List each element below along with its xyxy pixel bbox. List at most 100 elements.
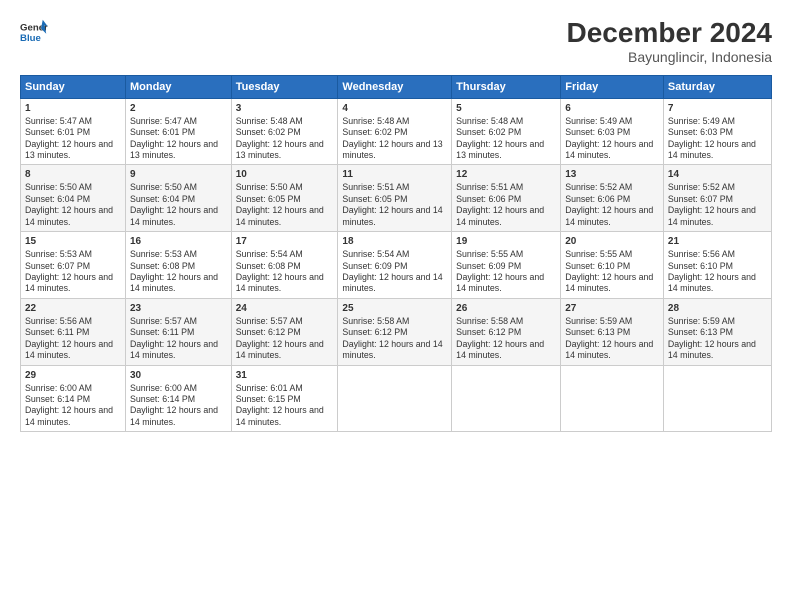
calendar-cell bbox=[452, 365, 561, 432]
day-number: 15 bbox=[25, 235, 121, 248]
sunset-label: Sunset: 6:11 PM bbox=[25, 327, 89, 337]
header-thursday: Thursday bbox=[452, 75, 561, 98]
sunrise-label: Sunrise: 6:00 AM bbox=[25, 383, 92, 393]
calendar-cell: 3Sunrise: 5:48 AMSunset: 6:02 PMDaylight… bbox=[231, 98, 338, 165]
daylight-label: Daylight: 12 hours and 14 minutes. bbox=[236, 339, 324, 360]
sunset-label: Sunset: 6:12 PM bbox=[456, 327, 521, 337]
day-number: 6 bbox=[565, 102, 659, 115]
sunset-label: Sunset: 6:03 PM bbox=[565, 127, 630, 137]
calendar-cell: 19Sunrise: 5:55 AMSunset: 6:09 PMDayligh… bbox=[452, 232, 561, 299]
subtitle: Bayunglincir, Indonesia bbox=[567, 49, 772, 65]
sunset-label: Sunset: 6:09 PM bbox=[342, 261, 407, 271]
calendar-table: Sunday Monday Tuesday Wednesday Thursday… bbox=[20, 75, 772, 432]
day-number: 18 bbox=[342, 235, 447, 248]
sunset-label: Sunset: 6:06 PM bbox=[456, 194, 521, 204]
sunset-label: Sunset: 6:02 PM bbox=[236, 127, 301, 137]
sunrise-label: Sunrise: 6:01 AM bbox=[236, 383, 303, 393]
calendar-cell: 31Sunrise: 6:01 AMSunset: 6:15 PMDayligh… bbox=[231, 365, 338, 432]
sunrise-label: Sunrise: 5:58 AM bbox=[456, 316, 523, 326]
sunrise-label: Sunrise: 5:51 AM bbox=[456, 182, 523, 192]
sunrise-label: Sunrise: 5:50 AM bbox=[25, 182, 92, 192]
calendar-cell: 13Sunrise: 5:52 AMSunset: 6:06 PMDayligh… bbox=[561, 165, 664, 232]
day-number: 3 bbox=[236, 102, 334, 115]
calendar-cell: 27Sunrise: 5:59 AMSunset: 6:13 PMDayligh… bbox=[561, 298, 664, 365]
calendar-cell: 28Sunrise: 5:59 AMSunset: 6:13 PMDayligh… bbox=[663, 298, 771, 365]
calendar-cell: 23Sunrise: 5:57 AMSunset: 6:11 PM Dayligh… bbox=[125, 298, 231, 365]
logo: General Blue bbox=[20, 18, 48, 46]
header-saturday: Saturday bbox=[663, 75, 771, 98]
calendar-cell: 26Sunrise: 5:58 AMSunset: 6:12 PMDayligh… bbox=[452, 298, 561, 365]
daylight-label: Daylight: 12 hours and 14 minutes. bbox=[25, 339, 113, 360]
sunrise-label: Sunrise: 5:56 AM bbox=[25, 316, 92, 326]
day-number: 2 bbox=[130, 102, 227, 115]
day-number: 19 bbox=[456, 235, 556, 248]
sunset-label: Sunset: 6:07 PM bbox=[668, 194, 733, 204]
day-number: 20 bbox=[565, 235, 659, 248]
sunrise-label: Sunrise: 5:47 AM bbox=[130, 116, 197, 126]
sunrise-label: Sunrise: 5:48 AM bbox=[456, 116, 523, 126]
daylight-label: Daylight: 12 hours and 14 minutes. bbox=[342, 272, 442, 293]
header: General Blue December 2024 Bayunglincir,… bbox=[20, 18, 772, 65]
calendar-cell: 5Sunrise: 5:48 AMSunset: 6:02 PMDaylight… bbox=[452, 98, 561, 165]
day-number: 30 bbox=[130, 369, 227, 382]
sunrise-label: Sunrise: 5:54 AM bbox=[342, 249, 409, 259]
sunrise-label: Sunrise: 5:49 AM bbox=[668, 116, 735, 126]
day-number: 24 bbox=[236, 302, 334, 315]
calendar-cell bbox=[561, 365, 664, 432]
daylight-label: Daylight: 12 hours and 14 minutes. bbox=[130, 272, 218, 293]
sunrise-label: Sunrise: 5:53 AM bbox=[25, 249, 92, 259]
sunrise-label: Sunrise: 5:55 AM bbox=[565, 249, 632, 259]
calendar-cell bbox=[663, 365, 771, 432]
calendar-cell: 25Sunrise: 5:58 AMSunset: 6:12 PMDayligh… bbox=[338, 298, 452, 365]
calendar-cell: 24Sunrise: 5:57 AMSunset: 6:12 PMDayligh… bbox=[231, 298, 338, 365]
day-number: 25 bbox=[342, 302, 447, 315]
day-number: 13 bbox=[565, 168, 659, 181]
daylight-label: Daylight: 12 hours and 13 minutes. bbox=[342, 139, 442, 160]
calendar-cell: 11Sunrise: 5:51 AMSunset: 6:05 PMDayligh… bbox=[338, 165, 452, 232]
daylight-label: Daylight: 12 hours and 14 minutes. bbox=[130, 339, 218, 360]
sunrise-label: Sunrise: 5:57 AM bbox=[130, 316, 197, 326]
day-number: 12 bbox=[456, 168, 556, 181]
daylight-label: Daylight: 12 hours and 13 minutes. bbox=[130, 139, 218, 160]
calendar-cell: 15Sunrise: 5:53 AMSunset: 6:07 PMDayligh… bbox=[21, 232, 126, 299]
calendar-cell: 8Sunrise: 5:50 AMSunset: 6:04 PMDaylight… bbox=[21, 165, 126, 232]
header-friday: Friday bbox=[561, 75, 664, 98]
daylight-label: Daylight: 12 hours and 14 minutes. bbox=[236, 272, 324, 293]
calendar-cell: 4Sunrise: 5:48 AMSunset: 6:02 PMDaylight… bbox=[338, 98, 452, 165]
sunset-label: Sunset: 6:06 PM bbox=[565, 194, 630, 204]
header-monday: Monday bbox=[125, 75, 231, 98]
sunrise-label: Sunrise: 5:50 AM bbox=[130, 182, 197, 192]
header-wednesday: Wednesday bbox=[338, 75, 452, 98]
day-number: 21 bbox=[668, 235, 767, 248]
sunrise-label: Sunrise: 5:54 AM bbox=[236, 249, 303, 259]
calendar-cell: 7Sunrise: 5:49 AMSunset: 6:03 PMDaylight… bbox=[663, 98, 771, 165]
daylight-label: Daylight: 12 hours and 14 minutes. bbox=[342, 205, 442, 226]
daylight-label: Daylight: 12 hours and 14 minutes. bbox=[668, 272, 756, 293]
page: General Blue December 2024 Bayunglincir,… bbox=[0, 0, 792, 612]
daylight-label: Daylight: 12 hours and 14 minutes. bbox=[456, 339, 544, 360]
calendar-cell: 17Sunrise: 5:54 AMSunset: 6:08 PMDayligh… bbox=[231, 232, 338, 299]
day-number: 7 bbox=[668, 102, 767, 115]
daylight-label: Daylight: 12 hours and 14 minutes. bbox=[25, 205, 113, 226]
week-row-4: 22Sunrise: 5:56 AMSunset: 6:11 PMDayligh… bbox=[21, 298, 772, 365]
calendar-cell bbox=[338, 365, 452, 432]
sunrise-label: Sunrise: 5:51 AM bbox=[342, 182, 409, 192]
sunrise-label: Sunrise: 5:53 AM bbox=[130, 249, 197, 259]
day-number: 22 bbox=[25, 302, 121, 315]
calendar-cell: 29Sunrise: 6:00 AMSunset: 6:14 PMDayligh… bbox=[21, 365, 126, 432]
day-number: 27 bbox=[565, 302, 659, 315]
sunrise-label: Sunrise: 6:00 AM bbox=[130, 383, 197, 393]
daylight-label: Daylight: 12 hours and 14 minutes. bbox=[565, 272, 653, 293]
sunrise-label: Sunrise: 5:59 AM bbox=[565, 316, 632, 326]
day-number: 23 bbox=[130, 302, 227, 315]
week-row-3: 15Sunrise: 5:53 AMSunset: 6:07 PMDayligh… bbox=[21, 232, 772, 299]
day-number: 1 bbox=[25, 102, 121, 115]
daylight-label: Daylight: 12 hours and 14 minutes. bbox=[236, 405, 324, 426]
daylight-label: Daylight: 12 hours and 13 minutes. bbox=[25, 139, 113, 160]
calendar-cell: 10Sunrise: 5:50 AMSunset: 6:05 PMDayligh… bbox=[231, 165, 338, 232]
calendar-cell: 16Sunrise: 5:53 AMSunset: 6:08 PMDayligh… bbox=[125, 232, 231, 299]
sunset-label: Sunset: 6:13 PM bbox=[565, 327, 630, 337]
sunset-label: Sunset: 6:11 PM bbox=[130, 327, 194, 337]
calendar-cell: 9Sunrise: 5:50 AMSunset: 6:04 PMDaylight… bbox=[125, 165, 231, 232]
calendar-cell: 30Sunrise: 6:00 AMSunset: 6:14 PMDayligh… bbox=[125, 365, 231, 432]
